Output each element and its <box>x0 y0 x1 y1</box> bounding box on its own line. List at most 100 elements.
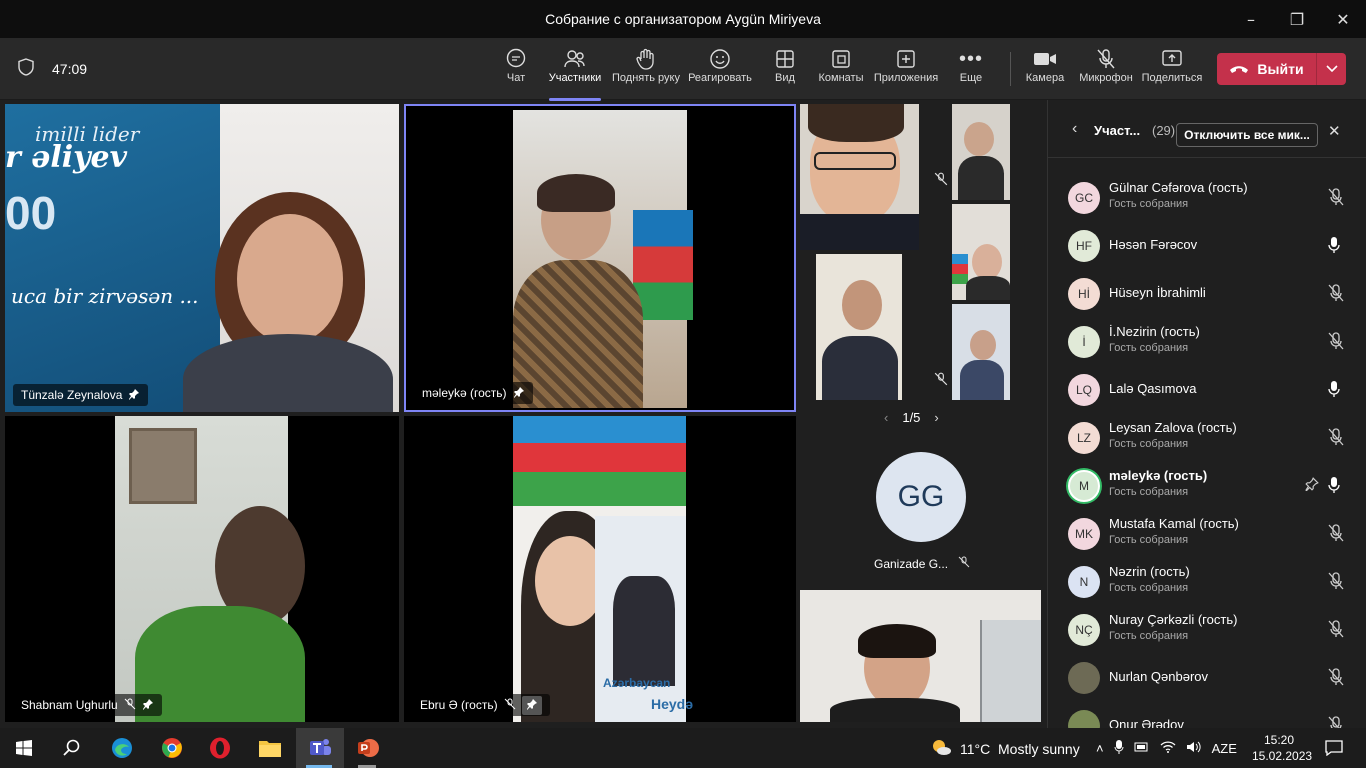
participant-name: Nuray Çərkəzli (гость) <box>1109 612 1238 627</box>
participant-role: Гость собрания <box>1109 198 1189 210</box>
chrome-icon[interactable] <box>148 728 196 768</box>
taskbar: 11°C Mostly sunny ˄ AZE 15:20 15.02.2023 <box>0 728 1366 768</box>
name-tag: Tünzalə Zeynalova <box>13 384 149 406</box>
mic-off-icon <box>1328 668 1344 691</box>
video-tile-small-5[interactable] <box>952 304 1010 400</box>
video-tile-maleyke[interactable]: məleykə (гость) <box>404 104 796 412</box>
mic-on-icon <box>1328 380 1340 403</box>
leave-button[interactable]: Выйти <box>1217 53 1346 85</box>
participant-row[interactable]: NÇ Nuray Çərkəzli (гость) Гость собрания <box>1048 606 1366 654</box>
weather-sun-icon <box>930 738 952 759</box>
mic-button[interactable]: Микрофон <box>1070 46 1142 84</box>
participant-name: Hüseyn İbrahimli <box>1109 285 1206 300</box>
participant-row[interactable]: MK Mustafa Kamal (гость) Гость собрания <box>1048 510 1366 558</box>
video-tile-shabnam[interactable]: Shabnam Ughurlu <box>5 416 399 722</box>
participant-row[interactable]: LQ Lalə Qasımova <box>1048 366 1366 414</box>
video-tile-tunzale[interactable]: imilli lider r əliyev 00 uca bir zirvəsə… <box>5 104 399 412</box>
participant-name: Mustafa Kamal (гость) <box>1109 516 1239 531</box>
participant-row[interactable]: Nurlan Qənbərov <box>1048 654 1366 702</box>
opera-icon[interactable] <box>196 728 244 768</box>
avatar: HF <box>1068 230 1100 262</box>
chevron-right-icon[interactable]: › <box>934 410 938 425</box>
avatar-gg[interactable]: GG <box>876 452 966 542</box>
video-tile-ebru[interactable]: Azərbaycan Heydə Ebru Ə (гость) <box>404 416 796 722</box>
more-button[interactable]: ••• Еще <box>935 46 1007 85</box>
volume-icon[interactable] <box>1186 740 1202 757</box>
mic-off-icon <box>1328 188 1344 211</box>
video-feed: Azərbaycan Heydə <box>513 416 693 722</box>
mute-all-button[interactable]: Отключить все мик... <box>1176 123 1318 147</box>
video-tile-small-2[interactable] <box>952 104 1010 200</box>
participants-panel: ‹ Участ... (29) Отключить все мик... ✕ G… <box>1047 100 1366 742</box>
avatar: N <box>1068 566 1100 598</box>
leave-options-button[interactable] <box>1316 53 1346 85</box>
video-tile-small-3[interactable] <box>952 204 1010 300</box>
participant-name: Nurlan Qənbərov <box>1109 669 1208 684</box>
avatar <box>1068 662 1100 694</box>
participant-name: Leysan Zalova (гость) <box>1109 420 1237 435</box>
camera-icon <box>1033 46 1057 72</box>
chat-icon <box>505 46 527 72</box>
hand-icon <box>636 46 656 72</box>
restore-button[interactable]: ❐ <box>1274 0 1320 38</box>
language-indicator[interactable]: AZE <box>1212 741 1237 756</box>
edge-icon[interactable] <box>98 728 146 768</box>
chevron-up-icon[interactable]: ˄ <box>1096 741 1104 756</box>
battery-icon[interactable] <box>1134 741 1150 756</box>
clock[interactable]: 15:20 15.02.2023 <box>1252 732 1312 764</box>
close-button[interactable]: ✕ <box>1320 0 1366 38</box>
participant-row[interactable]: N Nəzrin (гость) Гость собрания <box>1048 558 1366 606</box>
participant-row[interactable]: HF Həsən Fərəcov <box>1048 222 1366 270</box>
apps-button[interactable]: Приложения <box>870 46 942 84</box>
plus-icon <box>896 46 916 72</box>
pin-icon <box>513 386 525 401</box>
minimize-button[interactable]: – <box>1228 0 1274 38</box>
video-feed <box>513 110 693 408</box>
participants-button[interactable]: Участники <box>539 46 611 101</box>
poster: Azərbaycan Heydə <box>595 516 693 722</box>
participant-row[interactable]: GC Gülnar Cəfərova (гость) Гость собрания <box>1048 174 1366 222</box>
chevron-left-icon[interactable]: ‹ <box>884 410 888 425</box>
close-icon[interactable]: ✕ <box>1328 122 1341 140</box>
notifications-icon[interactable] <box>1310 728 1358 768</box>
windows-start-icon[interactable] <box>0 728 48 768</box>
video-tile-small-6[interactable] <box>800 590 1041 722</box>
avatar: Hİ <box>1068 278 1100 310</box>
weather-widget[interactable]: 11°C Mostly sunny <box>930 738 1080 759</box>
name-tag: Shabnam Ughurlu <box>13 694 162 716</box>
raise-hand-button[interactable]: Поднять руку <box>610 46 682 84</box>
mic-off-icon <box>1328 620 1344 643</box>
participant-row[interactable]: İ İ.Nezirin (гость) Гость собрания <box>1048 318 1366 366</box>
mic-on-icon <box>1328 476 1340 499</box>
mic-off-icon <box>958 556 970 571</box>
back-chevron-icon[interactable]: ‹ <box>1072 120 1077 138</box>
participant-role: Гость собрания <box>1109 534 1189 546</box>
participant-row[interactable]: LZ Leysan Zalova (гость) Гость собрания <box>1048 414 1366 462</box>
avatar: M <box>1068 470 1100 502</box>
video-tile-small-1[interactable] <box>800 104 919 250</box>
file-explorer-icon[interactable] <box>246 728 294 768</box>
react-button[interactable]: Реагировать <box>684 46 756 84</box>
participant-row[interactable]: Mməleykə (гость) Гость собрания <box>1048 462 1366 510</box>
teams-icon[interactable] <box>296 728 344 768</box>
participant-row[interactable]: Hİ Hüseyn İbrahimli <box>1048 270 1366 318</box>
pin-icon[interactable] <box>1305 477 1319 496</box>
video-tile-small-4[interactable] <box>816 254 902 400</box>
chevron-down-icon <box>1325 60 1338 78</box>
wifi-icon[interactable] <box>1160 740 1176 757</box>
share-button[interactable]: Поделиться <box>1136 46 1208 84</box>
powerpoint-icon[interactable] <box>344 728 392 768</box>
video-feed <box>115 416 305 722</box>
participant-name: Gülnar Cəfərova (гость) <box>1109 180 1248 195</box>
name-tag: Ebru Ə (гость) <box>412 694 550 716</box>
mic-off-icon <box>934 172 948 191</box>
flag <box>513 416 686 506</box>
search-icon[interactable] <box>48 728 96 768</box>
rooms-button[interactable]: Комнаты <box>805 46 877 84</box>
microphone-icon[interactable] <box>1114 739 1124 758</box>
mic-off-icon <box>934 372 948 391</box>
shield-icon[interactable] <box>18 58 34 79</box>
participant-role: Гость собрания <box>1109 630 1189 642</box>
meeting-timer: 47:09 <box>52 60 88 77</box>
participant-role: Гость собрания <box>1109 342 1189 354</box>
